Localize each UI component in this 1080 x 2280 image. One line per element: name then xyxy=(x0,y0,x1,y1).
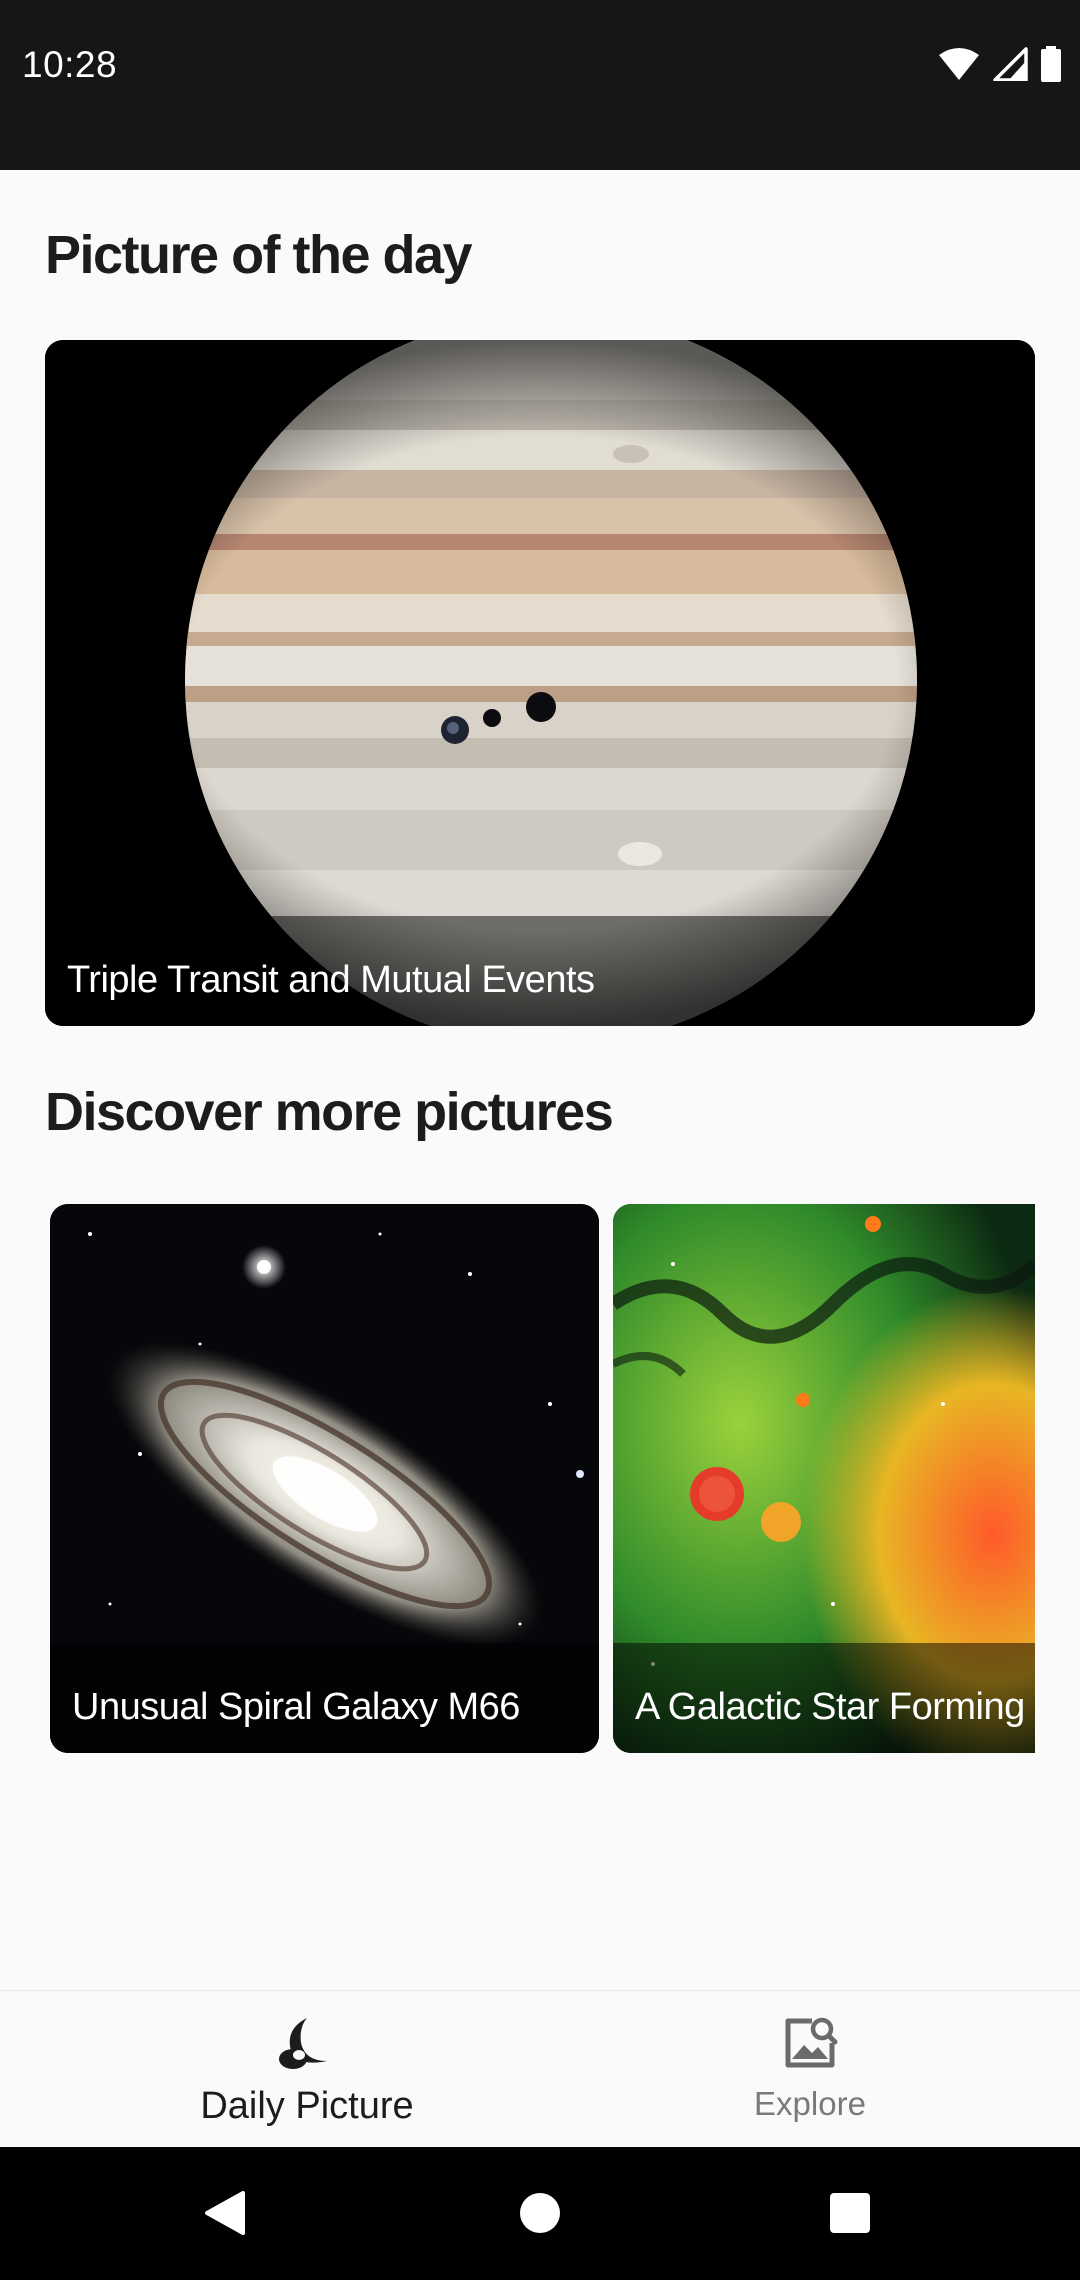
recents-icon[interactable] xyxy=(790,2147,910,2280)
moon-icon xyxy=(279,2018,327,2069)
wifi-icon xyxy=(939,48,980,80)
back-icon[interactable] xyxy=(165,2147,285,2280)
status-bar: 10:28 xyxy=(0,0,1080,170)
nav-label-explore: Explore xyxy=(754,2085,866,2122)
nav-item-explore[interactable]: Explore xyxy=(540,1991,1080,2148)
picture-of-the-day-card[interactable]: Triple Transit and Mutual Events xyxy=(45,340,1035,1026)
discover-card-caption: A Galactic Star Forming R xyxy=(635,1686,1035,1728)
battery-icon xyxy=(1041,46,1061,82)
cell-signal-icon xyxy=(992,47,1028,81)
discover-card-star-forming-region[interactable]: A Galactic Star Forming R xyxy=(613,1204,1035,1753)
system-navigation-bar xyxy=(0,2147,1080,2280)
picture-of-the-day-caption: Triple Transit and Mutual Events xyxy=(67,959,595,1001)
nav-item-daily-picture[interactable]: Daily Picture xyxy=(0,1991,540,2148)
home-icon[interactable] xyxy=(480,2147,600,2280)
status-icons xyxy=(931,46,1062,86)
status-time: 10:28 xyxy=(22,44,118,85)
nav-label-daily-picture: Daily Picture xyxy=(200,2085,414,2127)
section-title-picture-of-the-day: Picture of the day xyxy=(45,225,473,285)
discover-card-caption: Unusual Spiral Galaxy M66 xyxy=(72,1686,520,1728)
discover-card-spiral-galaxy[interactable]: Unusual Spiral Galaxy M66 xyxy=(50,1204,599,1753)
section-title-discover-more: Discover more pictures xyxy=(45,1082,614,1142)
image-search-icon xyxy=(785,2017,838,2068)
bottom-navigation: Daily Picture Explore xyxy=(0,1990,1080,2148)
